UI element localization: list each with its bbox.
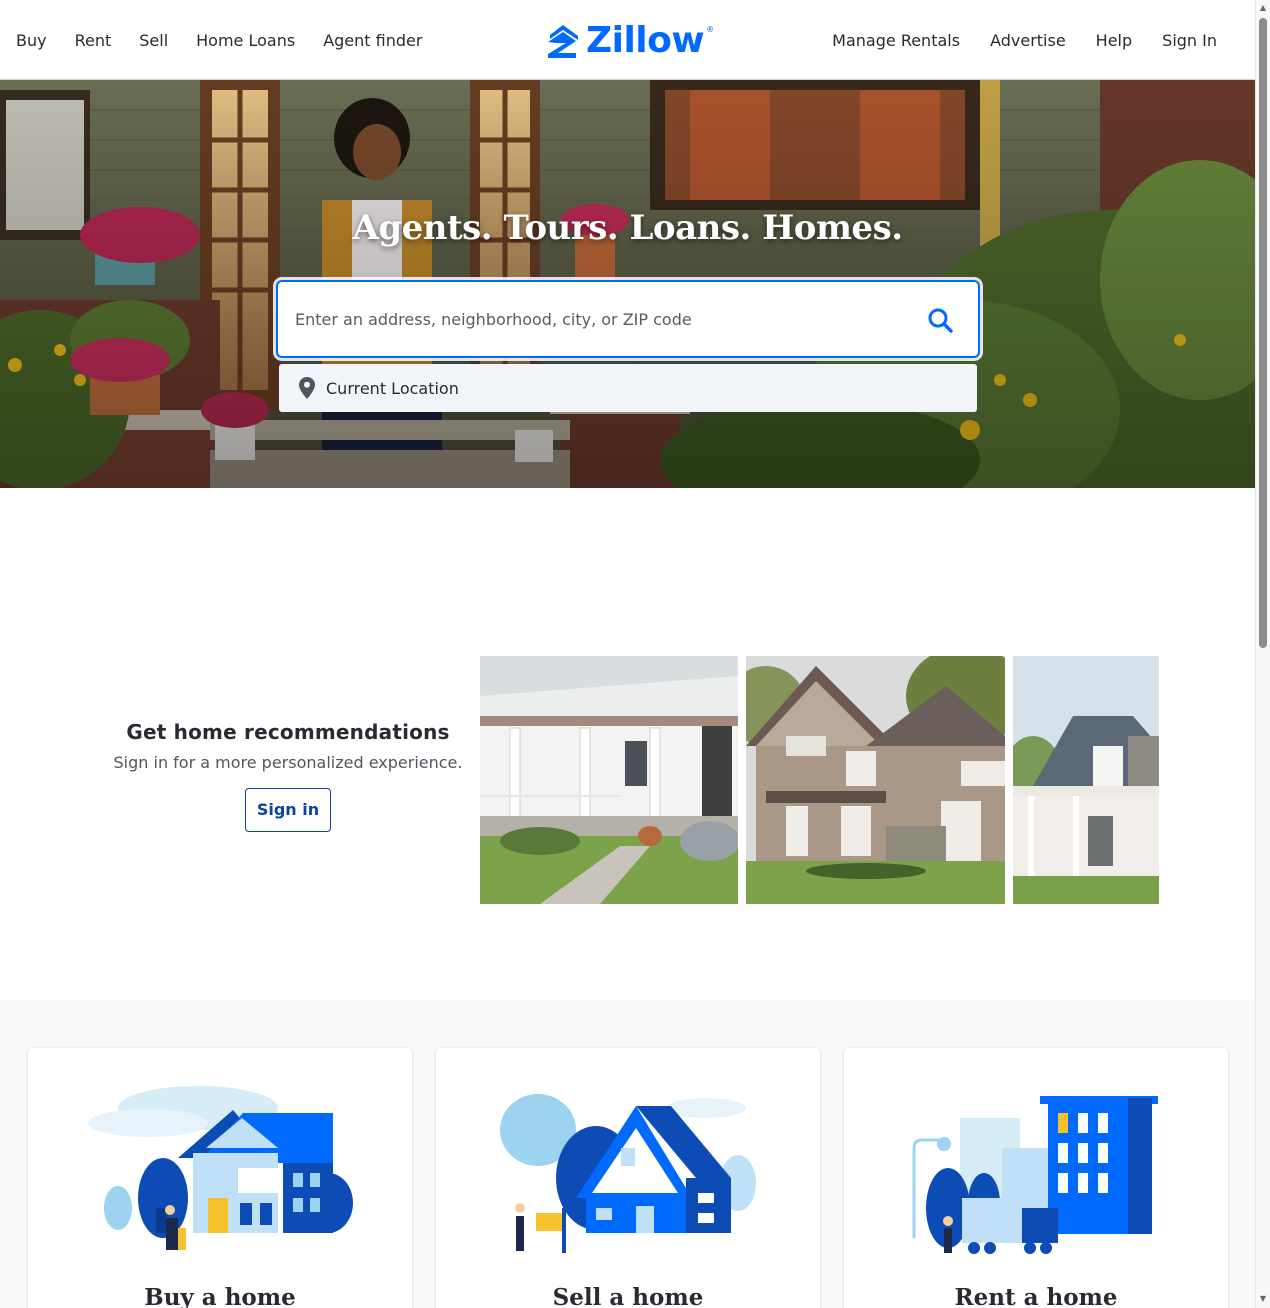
house-photo-1 — [480, 656, 738, 904]
house-photo-2 — [746, 656, 1005, 904]
card-buy-title: Buy a home — [144, 1284, 296, 1308]
scroll-thumb[interactable] — [1259, 18, 1267, 648]
current-location-label: Current Location — [326, 378, 459, 398]
zillow-logo[interactable]: Zillow ® — [546, 20, 718, 62]
search-icon[interactable] — [926, 306, 954, 334]
site-header: Buy Rent Sell Home Loans Agent finder Zi… — [0, 0, 1255, 80]
nav-manage-rentals[interactable]: Manage Rentals — [832, 31, 960, 50]
nav-help[interactable]: Help — [1096, 31, 1132, 50]
recommendations-section: Get home recommendations Sign in for a m… — [0, 656, 1255, 904]
rent-home-illustration — [912, 1096, 1158, 1254]
location-pin-icon — [299, 377, 315, 399]
card-sell-a-home[interactable]: Sell a home — [436, 1048, 820, 1308]
zillow-logo-icon — [548, 25, 578, 58]
recommendations-subtitle: Sign in for a more personalized experien… — [113, 753, 463, 772]
search-box[interactable] — [276, 280, 980, 358]
card-buy-a-home[interactable]: Buy a home — [28, 1048, 412, 1308]
nav-buy[interactable]: Buy — [16, 31, 47, 50]
recommendations-title: Get home recommendations — [126, 720, 450, 744]
logo-wordmark: Zillow — [586, 20, 705, 61]
scroll-down-arrow-icon[interactable]: ▼ — [1258, 1294, 1268, 1304]
sign-in-button[interactable]: Sign in — [245, 788, 331, 832]
nav-rent[interactable]: Rent — [75, 31, 112, 50]
nav-advertise[interactable]: Advertise — [990, 31, 1066, 50]
vertical-scrollbar[interactable]: ▲ ▼ — [1255, 0, 1270, 1308]
scroll-up-arrow-icon[interactable]: ▲ — [1258, 3, 1268, 13]
current-location-option[interactable]: Current Location — [279, 364, 977, 412]
buy-home-illustration — [88, 1086, 353, 1250]
house-photo-3 — [1013, 656, 1159, 904]
sell-home-illustration — [500, 1094, 756, 1253]
cards-section: Buy a home Sell a home Rent a home — [0, 1000, 1255, 1308]
card-rent-title: Rent a home — [954, 1284, 1118, 1308]
recommendations-text: Get home recommendations Sign in for a m… — [108, 720, 468, 832]
card-rent-a-home[interactable]: Rent a home — [844, 1048, 1228, 1308]
hero-section: Agents. Tours. Loans. Homes. Current Loc… — [0, 80, 1255, 488]
hero-title: Agents. Tours. Loans. Homes. — [352, 208, 903, 248]
logo-registered-mark: ® — [706, 24, 715, 34]
nav-home-loans[interactable]: Home Loans — [196, 31, 295, 50]
nav-agent-finder[interactable]: Agent finder — [323, 31, 422, 50]
search-input[interactable] — [295, 309, 895, 329]
secondary-nav: Manage Rentals Advertise Help Sign In — [832, 0, 1217, 80]
nav-sell[interactable]: Sell — [139, 31, 168, 50]
nav-sign-in[interactable]: Sign In — [1162, 31, 1217, 50]
primary-nav: Buy Rent Sell Home Loans Agent finder — [16, 0, 422, 80]
card-sell-title: Sell a home — [552, 1284, 704, 1308]
